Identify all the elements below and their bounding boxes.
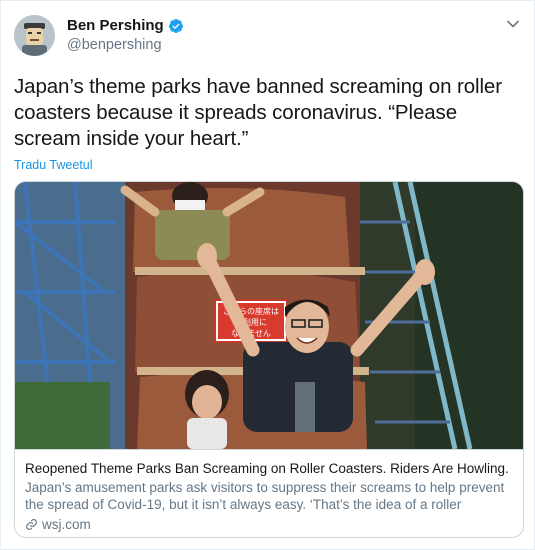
translate-tweet-link[interactable]: Tradu Tweetul xyxy=(14,158,93,172)
author-handle[interactable]: @benpershing xyxy=(67,37,162,53)
card-domain: wsj.com xyxy=(42,517,91,532)
author-display-name[interactable]: Ben Pershing xyxy=(67,17,164,34)
card-body: Reopened Theme Parks Ban Screaming on Ro… xyxy=(15,449,523,537)
link-card[interactable]: こちらの座席は ご利用に なれません xyxy=(14,181,524,538)
tweet-text: Japan’s theme parks have banned screamin… xyxy=(14,75,502,150)
author-name-row: Ben Pershing xyxy=(67,17,184,34)
card-title: Reopened Theme Parks Ban Screaming on Ro… xyxy=(25,461,509,476)
tweet-container: Ben Pershing @benpershing Japan’s theme … xyxy=(0,0,535,550)
verified-badge-icon xyxy=(168,18,183,33)
chevron-down-icon[interactable] xyxy=(506,17,520,31)
card-description: Japan’s amusement parks ask visitors to … xyxy=(25,480,505,512)
link-icon xyxy=(26,519,37,530)
card-domain-row: wsj.com xyxy=(25,517,514,532)
avatar[interactable] xyxy=(14,15,55,56)
card-photo: こちらの座席は ご利用に なれません xyxy=(15,182,523,449)
avatar-image xyxy=(14,15,55,56)
